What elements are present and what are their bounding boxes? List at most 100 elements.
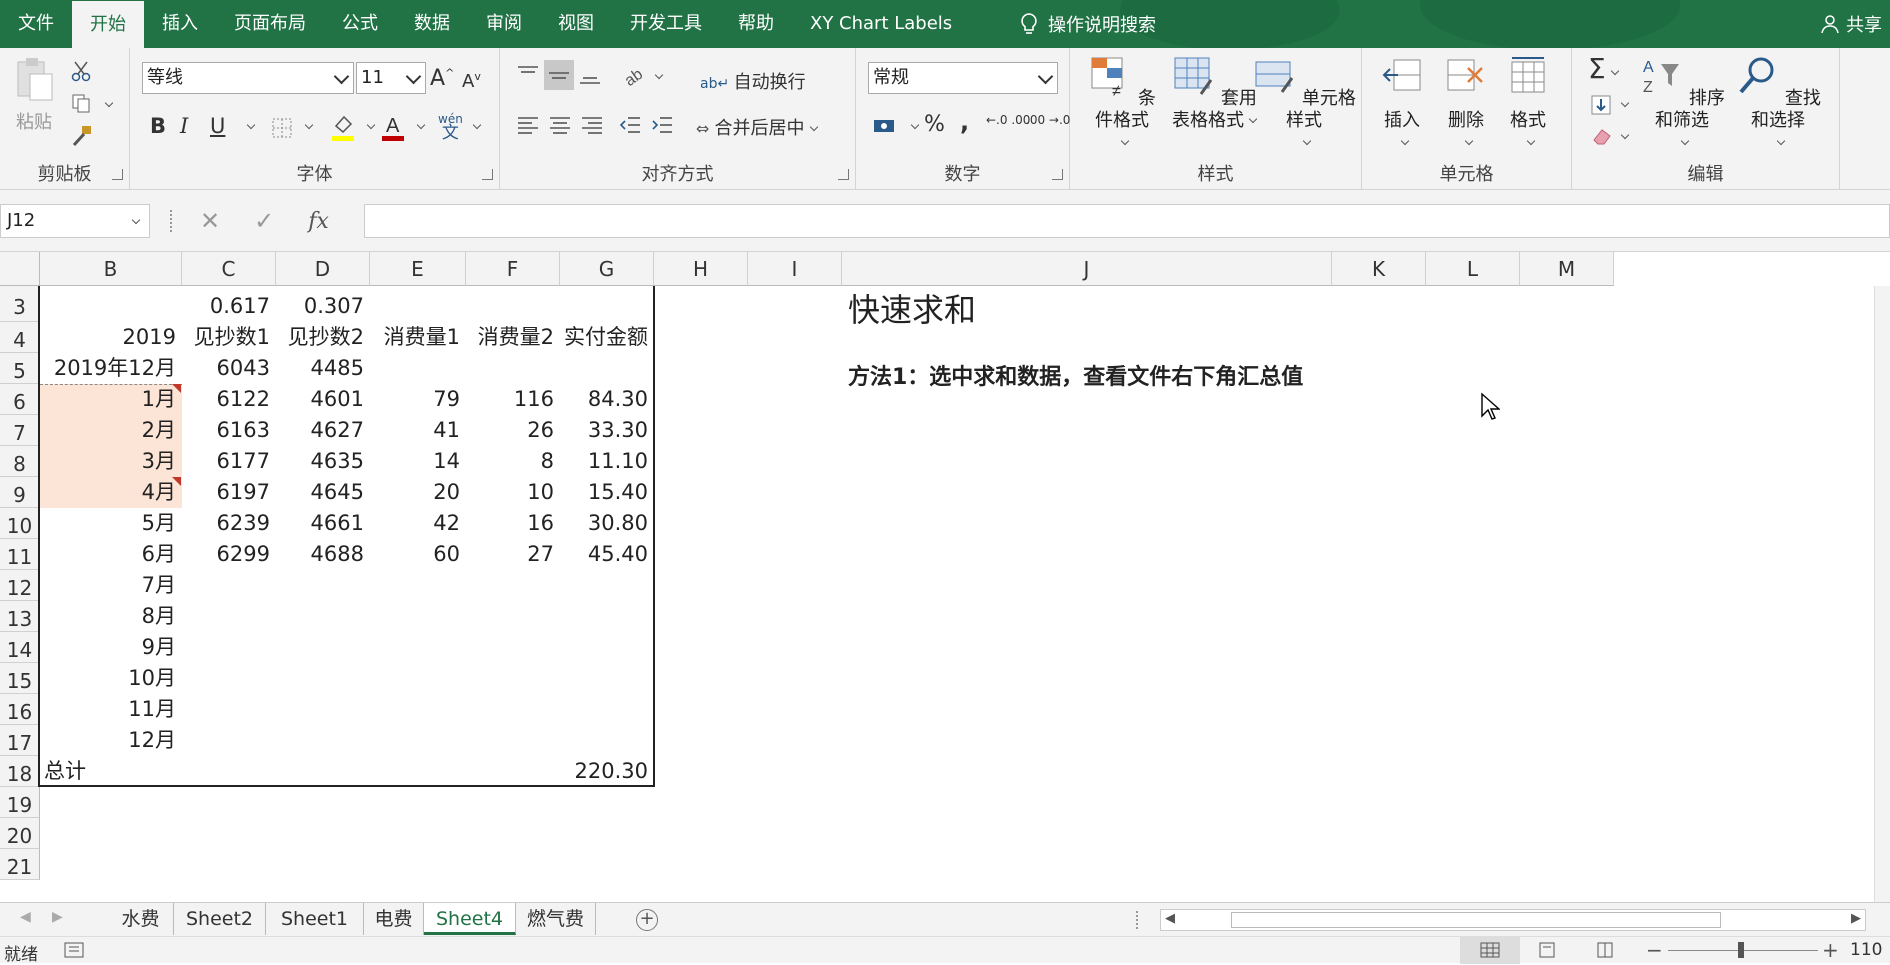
phonetic-dropdown[interactable] — [472, 120, 482, 130]
column-header-L[interactable]: L — [1426, 252, 1520, 286]
menu-tab-3[interactable]: 页面布局 — [216, 0, 324, 48]
menu-tab-5[interactable]: 数据 — [396, 0, 468, 48]
menu-tab-0[interactable]: 文件 — [0, 0, 72, 48]
align-right-icon[interactable] — [580, 114, 604, 136]
zoom-in-button[interactable]: + — [1822, 938, 1839, 962]
row-header-15[interactable]: 15 — [0, 663, 40, 694]
horizontal-scroll-thumb[interactable] — [1231, 912, 1721, 928]
orientation-dropdown[interactable] — [654, 70, 664, 80]
wrap-text-button[interactable]: ab↵ 自动换行 — [700, 68, 806, 94]
column-header-I[interactable]: I — [748, 252, 842, 286]
font-launcher[interactable] — [482, 169, 493, 180]
number-launcher[interactable] — [1052, 169, 1063, 180]
copy-icon[interactable] — [70, 92, 92, 114]
row-header-10[interactable]: 10 — [0, 508, 40, 539]
decrease-indent-icon[interactable] — [618, 114, 642, 136]
row-header-21[interactable]: 21 — [0, 849, 40, 880]
shrink-font-button[interactable]: Av — [462, 70, 481, 92]
formula-input[interactable] — [364, 204, 1890, 238]
number-format-combo[interactable]: 常规 — [868, 62, 1058, 94]
delete-cells-button[interactable]: 删除 — [1438, 54, 1494, 154]
add-sheet-button[interactable]: + — [636, 909, 658, 931]
worksheet-grid[interactable]: BCDEFGHIJKLM 3 4 5 6 7 8 9 10 11 12 13 14 15 16 17 18 19… — [0, 252, 1890, 902]
menu-tab-6[interactable]: 审阅 — [468, 0, 540, 48]
paste-button[interactable]: 粘贴 — [8, 54, 60, 134]
align-center-icon[interactable] — [548, 114, 572, 136]
accounting-dropdown[interactable] — [910, 120, 920, 130]
row-header-8[interactable]: 8 — [0, 446, 40, 477]
enter-icon[interactable]: ✓ — [254, 207, 274, 235]
vertical-scrollbar[interactable] — [1874, 286, 1890, 902]
insert-function-button[interactable]: fx — [308, 209, 329, 234]
find-select-button[interactable]: 查找和选择 — [1730, 54, 1826, 154]
tell-me-search[interactable]: 操作说明搜索 — [1020, 0, 1156, 48]
clear-dropdown[interactable] — [1620, 130, 1630, 140]
share-button[interactable]: 共享 — [1820, 0, 1882, 48]
font-color-dropdown[interactable] — [416, 120, 426, 130]
accounting-format-icon[interactable] — [872, 114, 900, 138]
horizontal-scrollbar[interactable]: ◀ ▶ — [1160, 909, 1866, 931]
underline-button[interactable]: U — [210, 114, 225, 138]
column-header-D[interactable]: D — [276, 252, 370, 286]
row-header-6[interactable]: 6 — [0, 384, 40, 415]
scroll-right-icon[interactable]: ▶ — [1851, 911, 1861, 926]
sheet-tab-0[interactable]: 水费 — [108, 903, 174, 935]
method-text[interactable]: 方法1：选中求和数据，查看文件右下角汇总值 — [848, 362, 1303, 393]
page-layout-view-icon[interactable] — [1538, 942, 1556, 958]
row-header-14[interactable]: 14 — [0, 632, 40, 663]
column-header-B[interactable]: B — [40, 252, 182, 286]
copy-dropdown[interactable] — [104, 98, 114, 108]
increase-indent-icon[interactable] — [650, 114, 674, 136]
menu-tab-9[interactable]: 帮助 — [720, 0, 792, 48]
column-header-F[interactable]: F — [466, 252, 560, 286]
sheet-tab-3[interactable]: 电费 — [364, 903, 424, 935]
middle-align-button[interactable] — [544, 60, 574, 90]
row-header-3[interactable]: 3 — [0, 286, 40, 322]
menu-tab-10[interactable]: XY Chart Labels — [792, 0, 970, 48]
row-header-11[interactable]: 11 — [0, 539, 40, 570]
scroll-left-icon[interactable]: ◀ — [1165, 911, 1175, 926]
tab-splitter[interactable] — [1136, 911, 1140, 929]
row-header-12[interactable]: 12 — [0, 570, 40, 601]
sort-filter-button[interactable]: AZ 排序和筛选 — [1634, 54, 1730, 154]
column-header-K[interactable]: K — [1332, 252, 1426, 286]
column-header-C[interactable]: C — [182, 252, 276, 286]
font-size-combo[interactable]: 11 — [356, 62, 426, 94]
prev-sheet-icon[interactable]: ◀ — [20, 909, 31, 925]
phonetic-button[interactable]: wén 文 — [438, 112, 463, 142]
fill-dropdown[interactable] — [1620, 98, 1630, 108]
sheet-title[interactable]: 快速求和 — [848, 288, 976, 332]
zoom-out-button[interactable]: − — [1646, 938, 1663, 962]
macro-record-icon[interactable] — [64, 942, 86, 958]
bottom-align-icon[interactable] — [578, 64, 602, 86]
grow-font-button[interactable]: A^ — [430, 66, 454, 91]
row-header-7[interactable]: 7 — [0, 415, 40, 446]
clipboard-launcher[interactable] — [112, 169, 123, 180]
sheet-tab-1[interactable]: Sheet2 — [174, 903, 266, 935]
comma-button[interactable]: , — [960, 108, 969, 136]
row-header-5[interactable]: 5 — [0, 353, 40, 384]
increase-decimal-button[interactable]: ←.0 .00 — [986, 114, 1030, 126]
cell-styles-button[interactable]: 单元格样式 — [1248, 54, 1360, 154]
menu-tab-1[interactable]: 开始 — [72, 1, 144, 48]
next-sheet-icon[interactable]: ▶ — [52, 909, 63, 925]
orientation-icon[interactable]: ab — [622, 62, 648, 88]
alignment-launcher[interactable] — [838, 169, 849, 180]
row-header-16[interactable]: 16 — [0, 694, 40, 725]
fill-down-icon[interactable] — [1590, 94, 1612, 116]
sheet-tab-5[interactable]: 燃气费 — [516, 903, 596, 935]
fill-color-dropdown[interactable] — [366, 120, 376, 130]
normal-view-button[interactable] — [1460, 937, 1520, 964]
insert-cells-button[interactable]: 插入 — [1374, 54, 1430, 154]
page-break-view-icon[interactable] — [1596, 942, 1614, 958]
italic-button[interactable]: I — [180, 114, 188, 138]
menu-tab-2[interactable]: 插入 — [144, 0, 216, 48]
format-cells-button[interactable]: 格式 — [1500, 54, 1556, 154]
row-header-4[interactable]: 4 — [0, 322, 40, 353]
sheet-tab-4[interactable]: Sheet4 — [424, 903, 516, 935]
sheet-tab-2[interactable]: Sheet1 — [266, 903, 364, 935]
underline-dropdown[interactable] — [246, 120, 256, 130]
cancel-icon[interactable]: ✕ — [200, 207, 220, 235]
format-painter-icon[interactable] — [70, 124, 94, 148]
borders-icon[interactable] — [270, 116, 294, 140]
